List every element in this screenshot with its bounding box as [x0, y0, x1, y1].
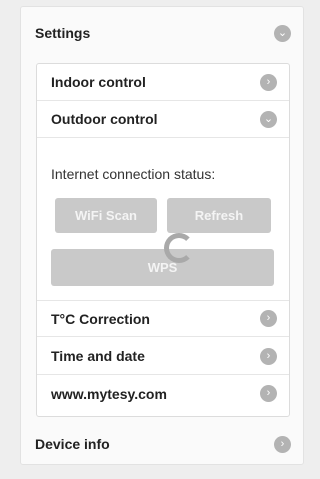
settings-panel: Settings ⌄ Indoor control › Outdoor cont… — [20, 6, 304, 465]
menu-item-label: T°C Correction — [51, 310, 150, 327]
chevron-down-icon[interactable]: ⌄ — [274, 24, 291, 42]
settings-header[interactable]: Settings ⌄ — [21, 15, 303, 51]
refresh-button[interactable]: Refresh — [167, 198, 271, 233]
chevron-right-icon[interactable]: › — [260, 310, 277, 327]
menu-item-label: Time and date — [51, 348, 145, 364]
menu-item-indoor-control[interactable]: Indoor control › — [37, 64, 289, 101]
internet-status-label: Internet connection status: — [51, 166, 216, 182]
device-info-row[interactable]: Device info › — [21, 426, 303, 462]
wifi-scan-button[interactable]: WiFi Scan — [55, 198, 157, 233]
chevron-right-icon[interactable]: › — [260, 385, 277, 402]
settings-title: Settings — [35, 25, 91, 41]
chevron-right-icon[interactable]: › — [274, 435, 291, 453]
wps-button[interactable]: WPS — [51, 249, 274, 286]
menu-item-time-and-date[interactable]: Time and date › — [37, 338, 289, 375]
menu-item-label: Indoor control — [51, 74, 146, 90]
menu-item-label: Outdoor control — [51, 111, 158, 127]
loading-spinner-icon — [164, 233, 194, 263]
menu-item-label: www.mytesy.com — [51, 385, 167, 402]
device-info-label: Device info — [35, 436, 110, 452]
chevron-down-icon[interactable]: ⌄ — [260, 110, 277, 128]
menu-item-tc-correction[interactable]: T°C Correction › — [37, 300, 289, 337]
chevron-right-icon[interactable]: › — [260, 73, 277, 91]
settings-list: Indoor control › Outdoor control ⌄ Inter… — [36, 63, 290, 417]
menu-item-outdoor-control[interactable]: Outdoor control ⌄ — [37, 101, 289, 138]
chevron-right-icon[interactable]: › — [260, 347, 277, 365]
menu-item-mytesy-link[interactable]: www.mytesy.com › — [37, 375, 289, 412]
